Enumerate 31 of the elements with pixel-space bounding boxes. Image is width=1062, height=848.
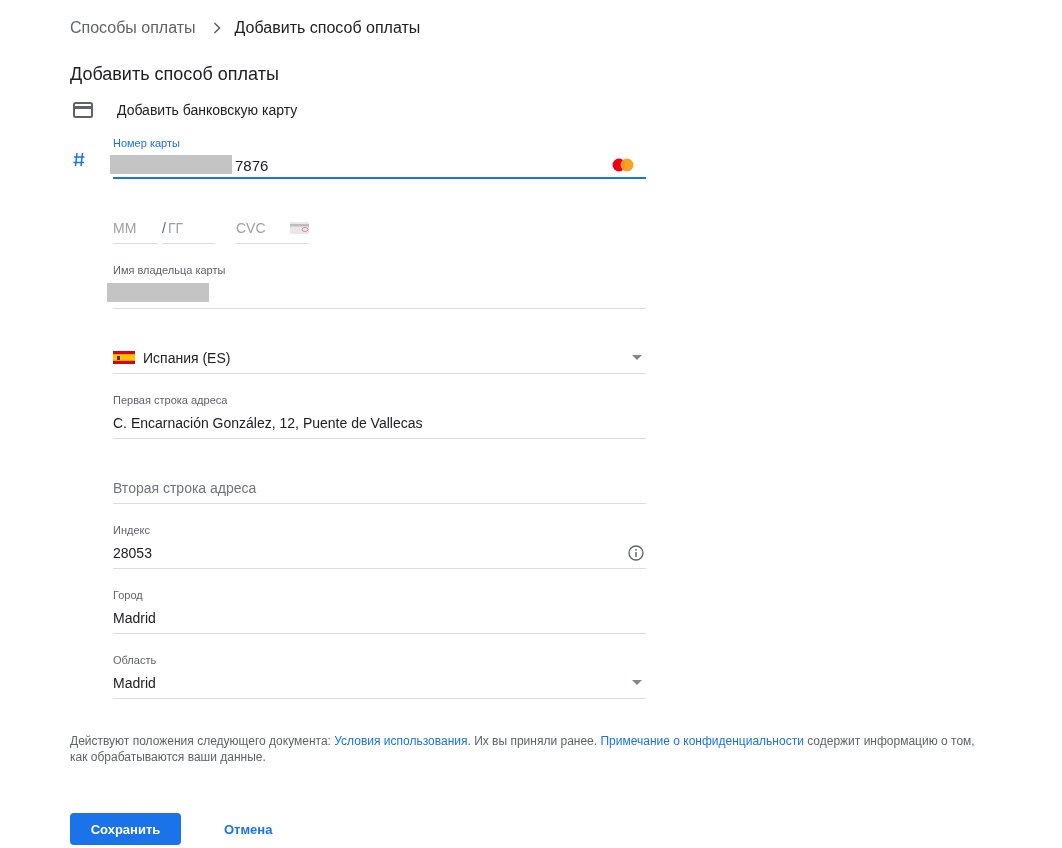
card-number-field[interactable]: 7876 [113,152,646,179]
save-button[interactable]: Сохранить [70,813,181,845]
cancel-button[interactable]: Отмена [216,813,281,845]
card-back-icon [290,221,309,234]
breadcrumb-current: Добавить способ оплаты [234,19,421,37]
field-label: Область [113,654,158,666]
field-label: Имя владельца карты [113,264,227,276]
dropdown-caret-icon [632,355,642,360]
year-field[interactable]: /ГГ [162,212,215,244]
field-label: Город [113,589,144,601]
page-title: Добавить способ оплаты [70,63,280,86]
date-separator: / [162,219,166,236]
info-icon[interactable] [628,544,644,561]
text-link[interactable]: Примечание о конфиденциальности [600,734,804,748]
chevron-right-icon [212,22,221,34]
year-placeholder: ГГ [167,219,184,236]
credit-card-icon [73,102,93,118]
cvc-placeholder: CVC [236,219,266,236]
field-label: Первая строка адреса [113,394,229,406]
legal-text: Действуют положения следующего документа: Условия использования. Их вы приняли ранее. Примечание о конфиденциальности содержит информацию о том, как обрабатываются ваши данные. [70,733,976,765]
field-label: Индекс [113,524,151,536]
input-field[interactable]: Madrid [113,667,646,699]
input-field[interactable]: Madrid [113,602,646,634]
input-field[interactable]: 28053 [113,537,646,569]
dropdown-caret-icon [632,680,642,685]
input-field[interactable]: Вторая строка адреса [113,472,646,504]
field-label: Номер карты [113,137,181,149]
breadcrumb-link[interactable]: Способы оплаты [70,19,196,37]
input-field[interactable]: C. Encarnación González, 12, Puente de Vallecas [113,407,646,439]
payment-method-label: Добавить банковскую карту [117,102,298,118]
input-field[interactable]: Испания (ES) [113,342,646,374]
